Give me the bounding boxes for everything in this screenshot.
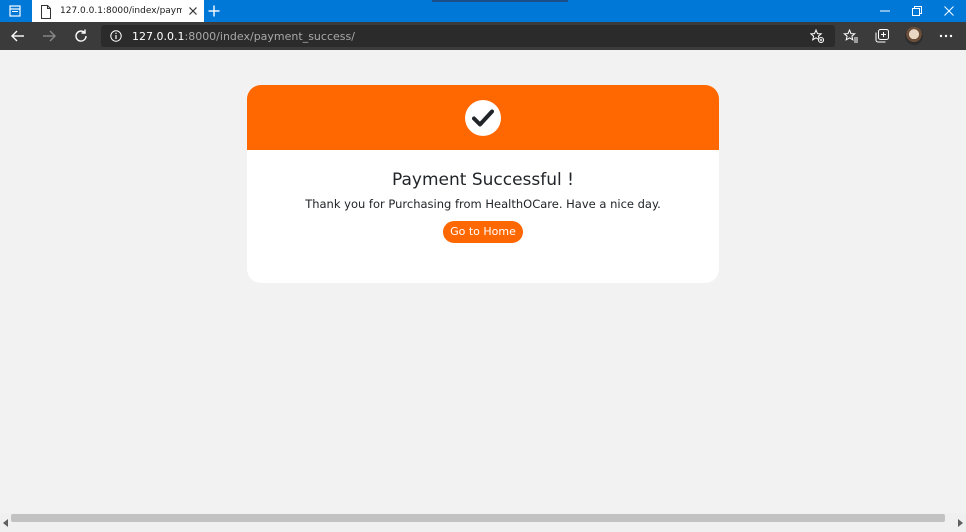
page-content: Payment Successful ! Thank you for Purch… [0,50,966,513]
close-tab-icon[interactable] [188,6,198,16]
url-text[interactable]: 127.0.0.1:8000/index/payment_success/ [132,30,355,43]
success-message: Thank you for Purchasing from HealthOCar… [305,197,661,211]
document-icon [40,4,52,19]
payment-success-card: Payment Successful ! Thank you for Purch… [247,85,719,283]
check-icon [465,99,501,136]
minimize-icon[interactable] [868,0,902,22]
url-path: :8000/index/payment_success/ [184,30,355,43]
title-bar: 127.0.0.1:8000/index/payment_su [0,0,966,22]
browser-toolbar: 127.0.0.1:8000/index/payment_success/ [0,22,966,50]
tab-title: 127.0.0.1:8000/index/payment_su [60,6,182,16]
horizontal-scrollbar[interactable] [0,513,966,532]
add-favorite-icon[interactable] [809,28,825,44]
close-window-icon[interactable] [932,0,966,22]
more-icon[interactable] [937,27,955,45]
avatar [905,27,923,45]
card-body: Payment Successful ! Thank you for Purch… [247,150,719,243]
refresh-icon[interactable] [71,26,91,46]
profile-avatar[interactable] [905,27,923,45]
scrollbar-thumb[interactable] [11,514,945,522]
forward-icon[interactable] [39,26,59,46]
collections-icon[interactable] [873,27,891,45]
url-host: 127.0.0.1 [132,30,185,43]
back-icon[interactable] [8,26,28,46]
card-header [247,85,719,150]
address-bar[interactable]: 127.0.0.1:8000/index/payment_success/ [101,25,835,47]
new-tab-icon[interactable] [206,3,222,19]
go-to-home-button[interactable]: Go to Home [443,221,523,243]
scroll-right-icon[interactable] [956,518,964,527]
tab-actions-icon[interactable] [6,3,24,19]
restore-icon[interactable] [900,0,934,22]
browser-tab[interactable]: 127.0.0.1:8000/index/payment_su [32,0,204,22]
tab-drag-indicator [432,0,568,2]
favorites-icon[interactable] [842,27,860,45]
page-title: Payment Successful ! [392,170,574,190]
scroll-left-icon[interactable] [2,518,10,527]
info-icon[interactable] [109,29,123,43]
